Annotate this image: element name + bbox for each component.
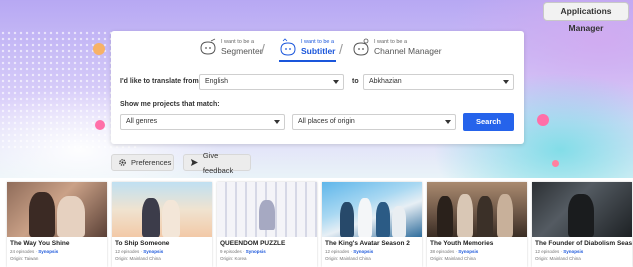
show-poster: [427, 182, 527, 237]
to-language-value: Abkhazian: [369, 78, 402, 85]
show-origin: Origin: Mainland China: [430, 256, 476, 261]
translate-label: I'd like to translate from: [120, 78, 199, 85]
show-card[interactable]: The Founder of Diabolism Season 2 12 epi…: [532, 182, 632, 267]
role-label: Segmenter: [221, 45, 263, 56]
from-language-value: English: [205, 78, 228, 85]
genres-value: All genres: [126, 118, 158, 125]
show-meta: 12 episodes · Synopsis: [325, 249, 374, 254]
episode-count: 38 episodes: [430, 249, 455, 254]
show-title: To Ship Someone: [115, 240, 170, 247]
show-origin: Origin: Mainland China: [325, 256, 371, 261]
show-card[interactable]: The Way You Shine 24 episodes · Synopsis…: [7, 182, 107, 267]
show-origin: Origin: Korea: [220, 256, 247, 261]
decor-dot: [537, 114, 549, 126]
applications-manager-button[interactable]: Applications Manager: [543, 2, 629, 33]
show-card[interactable]: To Ship Someone 12 episodes · Synopsis O…: [112, 182, 212, 267]
preferences-button[interactable]: Preferences: [111, 154, 174, 171]
feedback-label: Give feedback: [202, 150, 234, 175]
synopsis-link[interactable]: Synopsis: [458, 249, 478, 254]
show-meta: 12 episodes · Synopsis: [115, 249, 164, 254]
show-meta: 12 episodes · Synopsis: [535, 249, 584, 254]
synopsis-link[interactable]: Synopsis: [246, 249, 266, 254]
show-card[interactable]: The Youth Memories 38 episodes · Synopsi…: [427, 182, 527, 267]
give-feedback-button[interactable]: Give feedback: [183, 151, 251, 175]
show-title: QUEENDOM PUZZLE: [220, 240, 286, 247]
show-origin: Origin: Mainland China: [115, 256, 161, 261]
show-meta: 9 episodes · Synopsis: [220, 249, 266, 254]
show-poster: [532, 182, 632, 237]
decor-dot: [552, 160, 559, 167]
show-card[interactable]: QUEENDOM PUZZLE 9 episodes · Synopsis Or…: [217, 182, 317, 267]
origin-value: All places of origin: [298, 118, 355, 125]
search-button[interactable]: Search: [463, 113, 514, 131]
show-meta: 24 episodes · Synopsis: [10, 249, 59, 254]
role-subtitler[interactable]: I want to be a Subtitler: [279, 38, 335, 56]
role-label: Subtitler: [301, 45, 336, 56]
search-card: I want to be a Segmenter / I want to be …: [111, 31, 524, 144]
role-divider: /: [261, 41, 265, 57]
show-poster: [217, 182, 317, 237]
segmenter-mascot-icon: [200, 38, 216, 55]
role-channel-manager[interactable]: I want to be a Channel Manager: [352, 38, 442, 56]
chevron-down-icon: [503, 80, 509, 84]
episode-count: 12 episodes: [535, 249, 560, 254]
role-kicker: I want to be a: [374, 38, 408, 45]
role-segmenter[interactable]: I want to be a Segmenter: [199, 38, 263, 56]
chevron-down-icon: [445, 120, 451, 124]
episode-count: 24 episodes: [10, 249, 35, 254]
show-origin: Origin: Taiwan: [10, 256, 39, 261]
genres-select[interactable]: All genres: [120, 114, 285, 130]
show-title: The Youth Memories: [430, 240, 494, 247]
show-meta: 38 episodes · Synopsis: [430, 249, 479, 254]
decor-dot: [95, 120, 105, 130]
subtitler-mascot-icon: [280, 38, 296, 56]
show-title: The King's Avatar Season 2: [325, 240, 410, 247]
show-poster: [112, 182, 212, 237]
origin-select[interactable]: All places of origin: [292, 114, 456, 130]
role-kicker: I want to be a: [221, 38, 255, 45]
send-icon: [190, 158, 198, 167]
to-language-select[interactable]: Abkhazian: [363, 74, 514, 90]
show-card[interactable]: The King's Avatar Season 2 12 episodes ·…: [322, 182, 422, 267]
episode-count: 12 episodes: [325, 249, 350, 254]
decor-dot: [93, 43, 105, 55]
match-label: Show me projects that match:: [120, 101, 220, 108]
active-role-underline: [279, 60, 336, 62]
role-label: Channel Manager: [374, 45, 442, 56]
episode-count: 12 episodes: [115, 249, 140, 254]
channel-manager-mascot-icon: [353, 38, 369, 56]
episode-count: 9 episodes: [220, 249, 242, 254]
chevron-down-icon: [274, 120, 280, 124]
synopsis-link[interactable]: Synopsis: [38, 249, 58, 254]
from-language-select[interactable]: English: [199, 74, 344, 90]
show-poster: [322, 182, 422, 237]
show-title: The Founder of Diabolism Season 2: [535, 240, 632, 247]
role-divider: /: [339, 41, 343, 57]
show-origin: Origin: Mainland China: [535, 256, 581, 261]
synopsis-link[interactable]: Synopsis: [563, 249, 583, 254]
to-label: to: [352, 78, 359, 85]
show-poster: [7, 182, 107, 237]
preferences-label: Preferences: [131, 158, 172, 167]
chevron-down-icon: [333, 80, 339, 84]
role-kicker: I want to be a: [301, 38, 335, 45]
synopsis-link[interactable]: Synopsis: [353, 249, 373, 254]
gear-icon: [119, 159, 126, 166]
synopsis-link[interactable]: Synopsis: [143, 249, 163, 254]
show-title: The Way You Shine: [10, 240, 70, 247]
show-grid: The Way You Shine 24 episodes · Synopsis…: [7, 182, 633, 267]
